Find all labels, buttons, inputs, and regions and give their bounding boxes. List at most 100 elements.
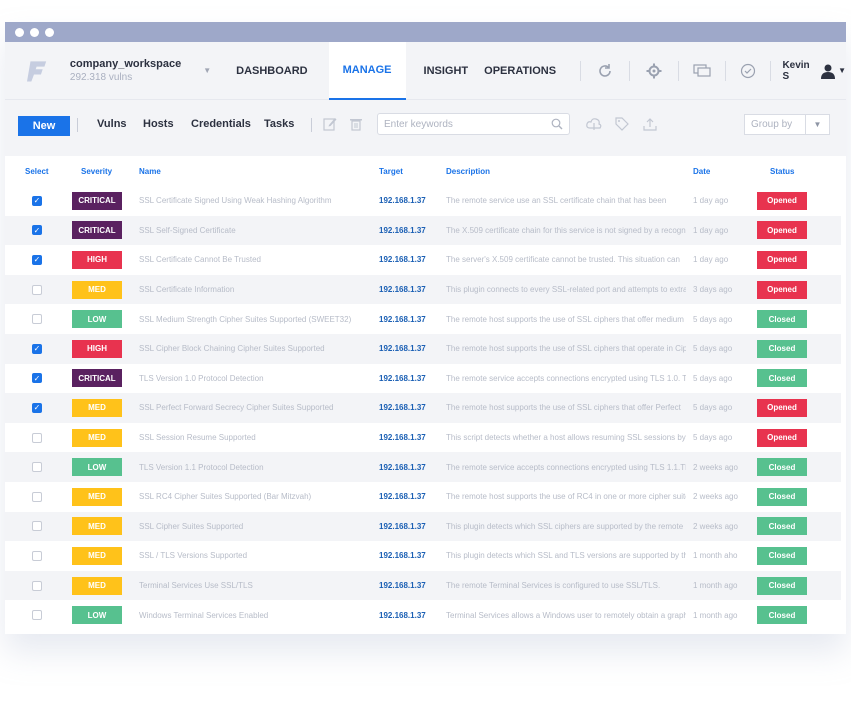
status-badge[interactable]: Closed [757,339,807,358]
table-row[interactable]: MED SSL Session Resume Supported 192.168… [5,423,841,453]
search-input[interactable]: Enter keywords [377,113,570,135]
target-link[interactable]: 192.168.1.37 [379,522,426,531]
target-link[interactable]: 192.168.1.37 [379,315,426,324]
table-row[interactable]: MED SSL Certificate Information 192.168.… [5,274,841,305]
table-row[interactable]: MED SSL RC4 Cipher Suites Supported (Bar… [5,482,841,512]
chevron-down-icon[interactable]: ▼ [838,66,846,75]
vuln-name[interactable]: SSL / TLS Versions Supported [139,551,247,560]
status-badge[interactable]: Opened [757,428,807,447]
header-name[interactable]: Name [139,167,161,176]
status-badge[interactable]: Opened [757,250,807,269]
toolbar-link-tasks[interactable]: Tasks [264,118,294,130]
upload-icon[interactable] [641,115,659,133]
status-badge[interactable]: Closed [757,517,807,536]
header-select[interactable]: Select [25,167,49,176]
header-severity[interactable]: Severity [81,167,112,176]
row-checkbox[interactable]: ✓ [32,373,42,384]
target-link[interactable]: 192.168.1.37 [379,196,426,205]
table-row[interactable]: ✓ MED SSL Perfect Forward Secrecy Cipher… [5,393,841,423]
row-checkbox[interactable] [32,432,42,443]
target-link[interactable]: 192.168.1.37 [379,344,426,353]
row-checkbox[interactable] [32,550,42,561]
group-by-select[interactable]: Group by ▼ [744,114,830,135]
status-badge[interactable]: Opened [757,280,807,299]
row-checkbox[interactable] [32,314,42,325]
status-badge[interactable]: Closed [757,546,807,565]
target-link[interactable]: 192.168.1.37 [379,226,426,235]
target-link[interactable]: 192.168.1.37 [379,611,426,620]
header-status[interactable]: Status [770,167,794,176]
toolbar-link-hosts[interactable]: Hosts [143,118,174,130]
row-checkbox[interactable] [32,521,42,532]
target-link[interactable]: 192.168.1.37 [379,492,426,501]
row-checkbox[interactable] [32,610,42,621]
vuln-name[interactable]: SSL Certificate Cannot Be Trusted [139,255,261,264]
user-icon[interactable] [820,62,836,80]
status-badge[interactable]: Closed [757,310,807,329]
cloud-upload-icon[interactable] [585,115,603,133]
vuln-name[interactable]: SSL Medium Strength Cipher Suites Suppor… [139,315,351,324]
status-badge[interactable]: Opened [757,191,807,210]
status-badge[interactable]: Closed [757,606,807,625]
header-target[interactable]: Target [379,167,403,176]
check-circle-icon[interactable] [740,62,756,80]
refresh-icon[interactable] [597,62,613,80]
vuln-name[interactable]: Windows Terminal Services Enabled [139,611,268,620]
target-link[interactable]: 192.168.1.37 [379,463,426,472]
row-checkbox[interactable] [32,284,42,295]
row-checkbox[interactable] [32,491,42,502]
toolbar-link-credentials[interactable]: Credentials [191,118,251,130]
target-link[interactable]: 192.168.1.37 [379,255,426,264]
table-row[interactable]: MED Terminal Services Use SSL/TLS 192.16… [5,570,841,601]
status-badge[interactable]: Opened [757,398,807,417]
window-dot-minimize[interactable] [30,27,39,37]
table-row[interactable]: LOW SSL Medium Strength Cipher Suites Su… [5,304,841,334]
table-row[interactable]: ✓ CRITICAL SSL Self-Signed Certificate 1… [5,215,841,246]
row-checkbox[interactable]: ✓ [32,402,42,413]
vuln-name[interactable]: SSL Perfect Forward Secrecy Cipher Suite… [139,403,333,412]
vuln-name[interactable]: SSL Cipher Suites Supported [139,522,243,531]
tag-icon[interactable] [613,115,631,133]
row-checkbox[interactable]: ✓ [32,225,42,236]
app-logo[interactable] [27,58,48,84]
vuln-name[interactable]: SSL Certificate Information [139,285,234,294]
edit-icon[interactable] [321,115,339,133]
gear-icon[interactable] [646,62,662,80]
workspace-selector[interactable]: company_workspace 292.318 vulns [70,58,181,83]
window-dot-close[interactable] [15,27,24,37]
table-row[interactable]: ✓ HIGH SSL Cipher Block Chaining Cipher … [5,333,841,364]
status-badge[interactable]: Closed [757,369,807,388]
user-name[interactable]: Kevin S [782,60,814,82]
row-checkbox[interactable] [32,580,42,591]
vuln-name[interactable]: SSL Session Resume Supported [139,433,256,442]
target-link[interactable]: 192.168.1.37 [379,285,426,294]
row-checkbox[interactable]: ✓ [32,254,42,265]
table-row[interactable]: ✓ HIGH SSL Certificate Cannot Be Trusted… [5,245,841,275]
header-description[interactable]: Description [446,167,490,176]
chevron-down-icon[interactable]: ▼ [203,66,211,75]
chevron-down-icon[interactable]: ▼ [805,115,829,134]
status-badge[interactable]: Closed [757,576,807,595]
new-button[interactable]: New [18,116,70,136]
table-row[interactable]: ✓ CRITICAL TLS Version 1.0 Protocol Dete… [5,364,841,394]
tab-dashboard[interactable]: DASHBOARD [236,42,308,100]
row-checkbox[interactable]: ✓ [32,343,42,354]
window-dot-maximize[interactable] [45,27,54,37]
table-row[interactable]: LOW TLS Version 1.1 Protocol Detection 1… [5,452,841,482]
target-link[interactable]: 192.168.1.37 [379,551,426,560]
search-icon[interactable] [551,118,563,130]
vuln-name[interactable]: SSL Self-Signed Certificate [139,226,236,235]
target-link[interactable]: 192.168.1.37 [379,403,426,412]
trash-icon[interactable] [347,115,365,133]
target-link[interactable]: 192.168.1.37 [379,374,426,383]
status-badge[interactable]: Closed [757,487,807,506]
vuln-name[interactable]: TLS Version 1.0 Protocol Detection [139,374,264,383]
tab-insight[interactable]: INSIGHT [424,42,469,100]
toolbar-link-vulns[interactable]: Vulns [97,118,127,130]
header-date[interactable]: Date [693,167,710,176]
vuln-name[interactable]: SSL RC4 Cipher Suites Supported (Bar Mit… [139,492,311,501]
vuln-name[interactable]: SSL Cipher Block Chaining Cipher Suites … [139,344,325,353]
row-checkbox[interactable]: ✓ [32,195,42,206]
table-row[interactable]: LOW Windows Terminal Services Enabled 19… [5,600,841,630]
tab-manage[interactable]: MANAGE [328,41,406,100]
